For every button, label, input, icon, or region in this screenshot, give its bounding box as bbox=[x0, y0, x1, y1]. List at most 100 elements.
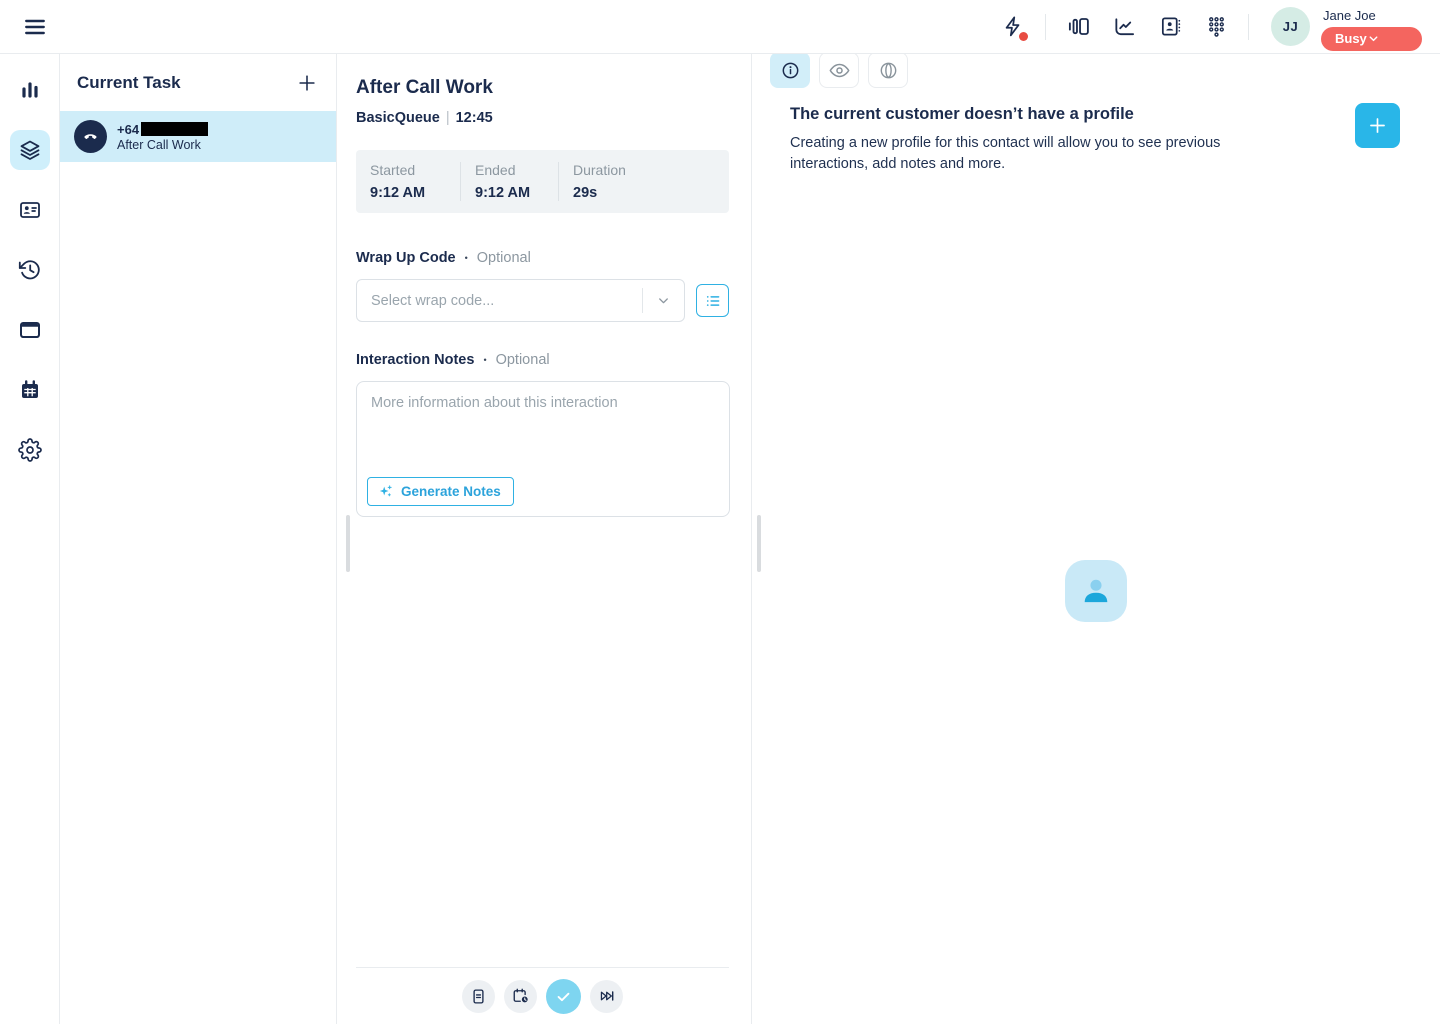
duration-value: 29s bbox=[573, 185, 626, 201]
calendar-clock-icon bbox=[512, 987, 530, 1005]
scrollbar-thumb[interactable] bbox=[757, 515, 761, 572]
skip-button[interactable] bbox=[590, 980, 623, 1013]
notes-label: Interaction Notes bbox=[356, 352, 474, 368]
directory-button[interactable] bbox=[1152, 9, 1188, 45]
chevron-down-icon bbox=[1367, 32, 1380, 45]
interaction-notes-section: Interaction Notes • Optional Generate No… bbox=[356, 352, 729, 517]
scrollbar-thumb[interactable] bbox=[346, 515, 350, 572]
notes-input[interactable] bbox=[357, 382, 729, 468]
dialpad-icon bbox=[1205, 15, 1228, 38]
sidebar-item-tasks[interactable] bbox=[10, 130, 50, 170]
quick-actions-button[interactable] bbox=[995, 9, 1031, 45]
divider bbox=[1248, 14, 1249, 40]
call-times-box: Started 9:12 AM Ended 9:12 AM Duration 2… bbox=[356, 150, 729, 213]
plus-icon bbox=[296, 72, 318, 94]
create-profile-button[interactable] bbox=[1355, 103, 1400, 148]
task-actions-bar bbox=[356, 967, 729, 1024]
schedule-button[interactable] bbox=[504, 980, 537, 1013]
menu-button[interactable] bbox=[17, 9, 53, 45]
list-icon bbox=[704, 292, 722, 310]
generate-notes-button[interactable]: Generate Notes bbox=[367, 477, 514, 506]
metrics-button[interactable] bbox=[1106, 9, 1142, 45]
side-icon-rail bbox=[0, 54, 60, 1024]
dialpad-button[interactable] bbox=[1198, 9, 1234, 45]
profile-placeholder-avatar bbox=[1065, 560, 1127, 622]
tab-watch[interactable] bbox=[819, 52, 859, 88]
add-task-button[interactable] bbox=[294, 70, 320, 96]
started-label: Started bbox=[370, 162, 446, 178]
info-icon bbox=[780, 60, 801, 81]
contact-card-icon bbox=[18, 198, 42, 222]
line-chart-icon bbox=[1113, 15, 1136, 38]
person-icon bbox=[1080, 575, 1112, 607]
bullet: • bbox=[465, 253, 468, 263]
after-call-work-panel: After Call Work BasicQueue | 12:45 Started… bbox=[337, 54, 752, 1024]
notes-doc-button[interactable] bbox=[462, 980, 495, 1013]
task-phone-prefix: +64 bbox=[117, 122, 139, 137]
browser-icon bbox=[18, 318, 42, 342]
avatar[interactable]: JJ bbox=[1271, 7, 1310, 46]
panels-button[interactable] bbox=[1060, 9, 1096, 45]
history-icon bbox=[18, 258, 42, 282]
sidebar-item-calendar[interactable] bbox=[10, 370, 50, 410]
queue-name: BasicQueue bbox=[356, 110, 440, 126]
wrap-up-label: Wrap Up Code bbox=[356, 250, 456, 266]
ended-label: Ended bbox=[475, 162, 544, 178]
wrap-code-list-button[interactable] bbox=[696, 284, 729, 317]
task-sublabel: After Call Work bbox=[117, 138, 208, 152]
bullet: • bbox=[483, 355, 486, 365]
duration-label: Duration bbox=[573, 162, 626, 178]
directory-icon bbox=[1159, 15, 1182, 38]
panel-title: Current Task bbox=[77, 73, 181, 93]
check-icon bbox=[555, 988, 572, 1005]
user-name: Jane Joe bbox=[1323, 8, 1376, 23]
page-title: After Call Work bbox=[356, 77, 729, 99]
eye-icon bbox=[829, 60, 850, 81]
user-block: JJ Jane Joe Busy bbox=[1271, 3, 1422, 51]
status-selector[interactable]: Busy bbox=[1321, 27, 1422, 51]
optional-label: Optional bbox=[477, 250, 531, 266]
bar-chart-icon bbox=[18, 78, 42, 102]
status-badge: Busy bbox=[1335, 31, 1367, 46]
optional-label: Optional bbox=[496, 352, 550, 368]
no-profile-heading: The current customer doesn’t have a prof… bbox=[790, 105, 1270, 124]
layers-icon bbox=[18, 138, 42, 162]
sidebar-item-history[interactable] bbox=[10, 250, 50, 290]
sparkle-icon bbox=[378, 484, 394, 500]
skip-forward-icon bbox=[598, 987, 616, 1005]
complete-task-button[interactable] bbox=[546, 979, 581, 1014]
hamburger-icon bbox=[22, 14, 48, 40]
ended-value: 9:12 AM bbox=[475, 185, 544, 201]
tab-insights[interactable] bbox=[868, 52, 908, 88]
document-icon bbox=[470, 988, 487, 1005]
no-profile-description: Creating a new profile for this contact … bbox=[790, 133, 1270, 175]
wrap-up-section: Wrap Up Code • Optional Select wrap code… bbox=[356, 250, 729, 322]
top-bar: JJ Jane Joe Busy bbox=[0, 0, 1440, 54]
sidebar-item-settings[interactable] bbox=[10, 430, 50, 470]
separator: | bbox=[446, 110, 450, 126]
notification-dot bbox=[1019, 32, 1028, 41]
gear-icon bbox=[18, 438, 42, 462]
redacted-phone-number bbox=[141, 122, 208, 136]
call-timer: 12:45 bbox=[456, 110, 493, 126]
tab-info[interactable] bbox=[770, 52, 810, 88]
started-value: 9:12 AM bbox=[370, 185, 446, 201]
select-placeholder: Select wrap code... bbox=[371, 293, 494, 309]
phone-down-icon bbox=[74, 120, 107, 153]
calendar-icon bbox=[18, 378, 42, 402]
generate-notes-label: Generate Notes bbox=[401, 484, 501, 499]
sidebar-item-contacts[interactable] bbox=[10, 190, 50, 230]
main-frame: Current Task +64 After Cal bbox=[0, 54, 1440, 1024]
wrap-code-select[interactable]: Select wrap code... bbox=[356, 279, 685, 322]
chevron-down-icon bbox=[643, 293, 684, 308]
sidebar-item-browser[interactable] bbox=[10, 310, 50, 350]
panels-icon bbox=[1067, 15, 1090, 38]
brain-icon bbox=[878, 60, 899, 81]
current-task-panel: Current Task +64 After Cal bbox=[60, 54, 337, 1024]
customer-profile-panel: The current customer doesn’t have a prof… bbox=[752, 54, 1440, 1024]
customer-panel-tabs bbox=[752, 52, 1440, 88]
plus-icon bbox=[1367, 115, 1388, 136]
divider bbox=[1045, 14, 1046, 40]
task-list-item[interactable]: +64 After Call Work bbox=[60, 111, 336, 162]
sidebar-item-metrics[interactable] bbox=[10, 70, 50, 110]
